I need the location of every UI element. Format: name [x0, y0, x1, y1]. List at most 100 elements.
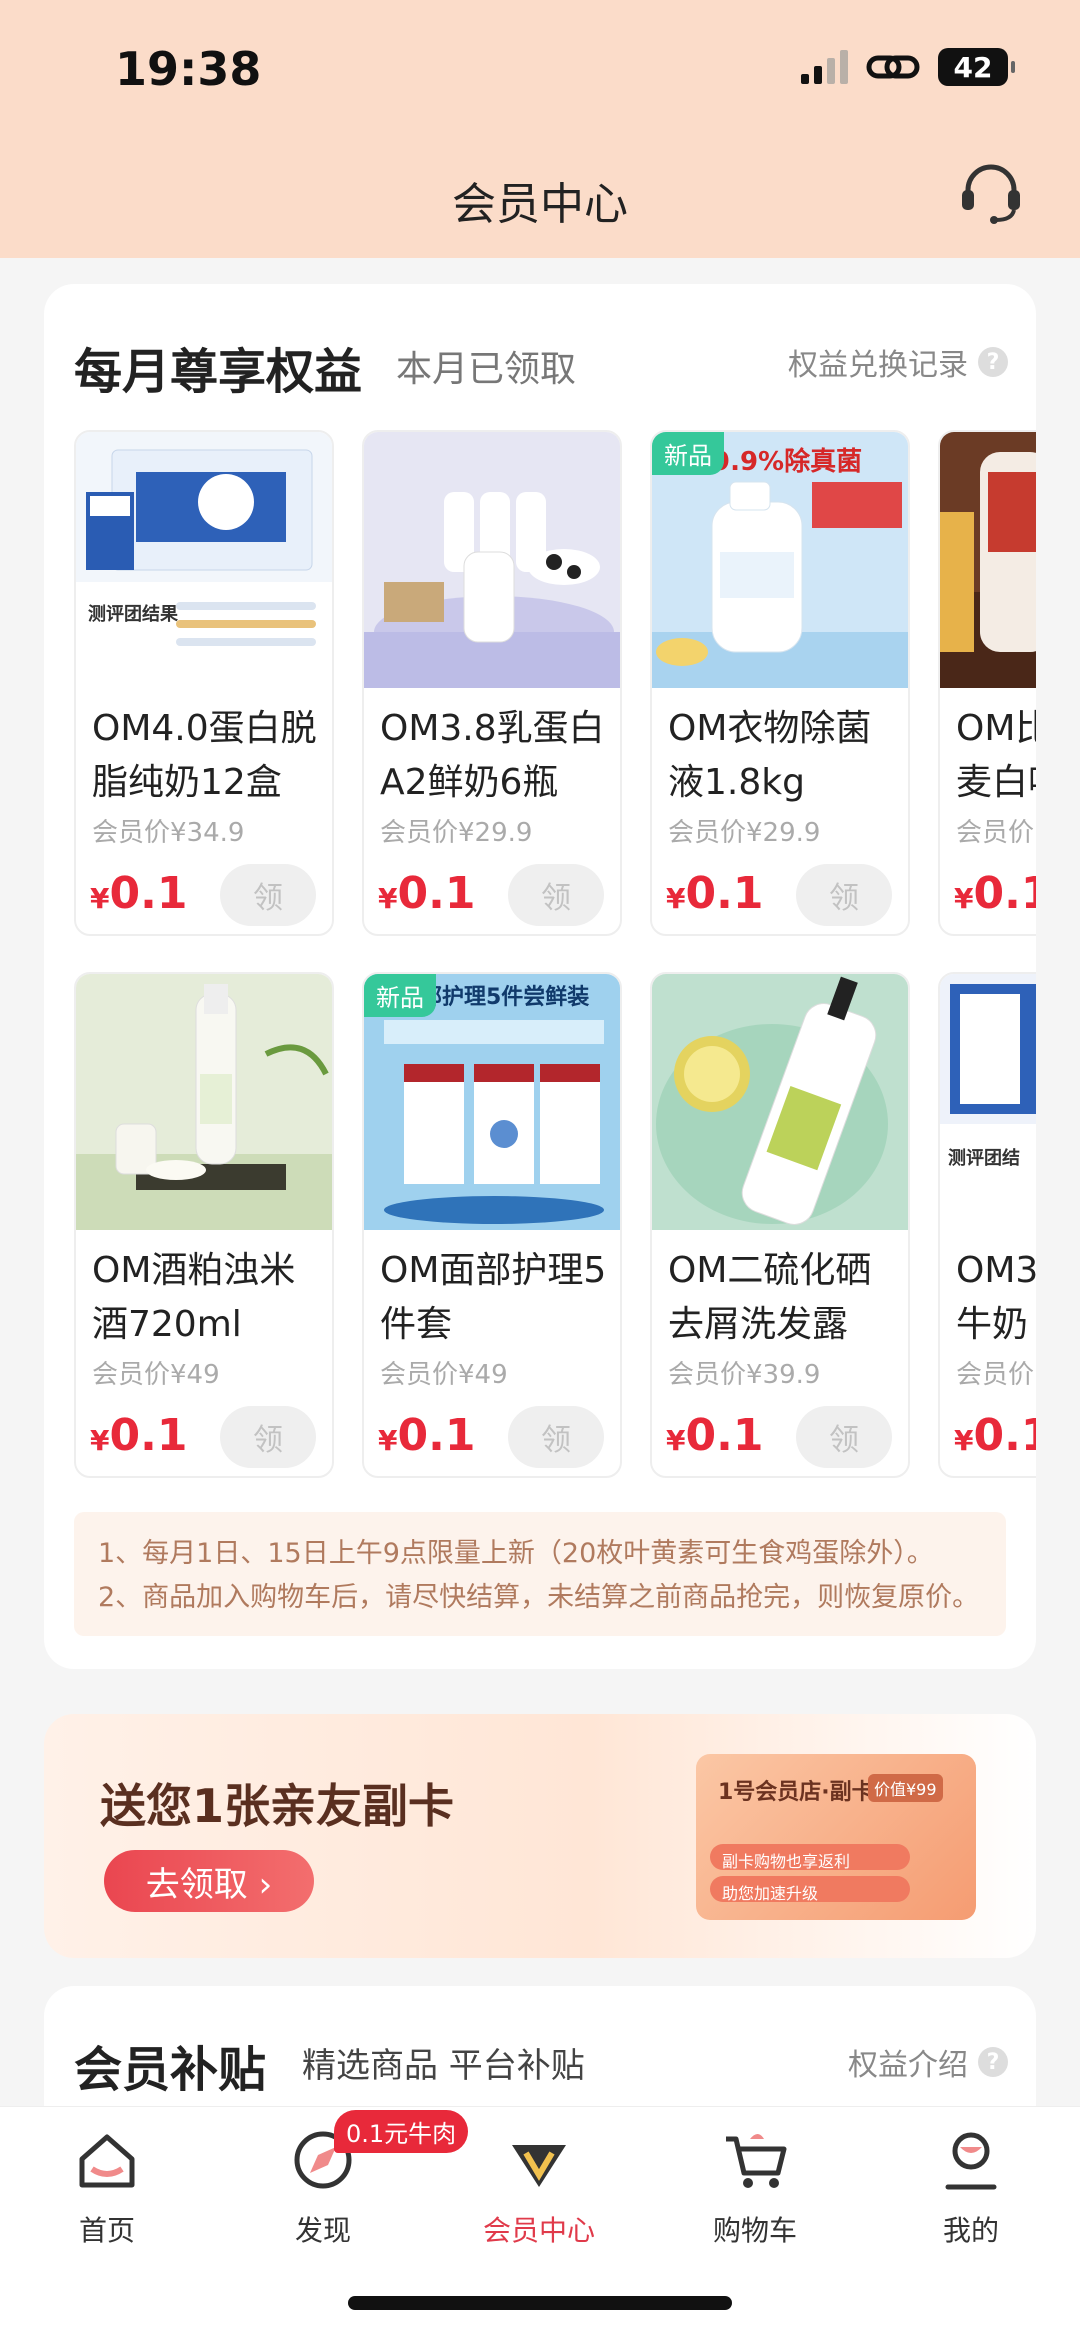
- product-name: OM3.8乳蛋白A2鲜奶6瓶: [380, 708, 605, 803]
- image-caption: 测评团结果: [88, 603, 179, 625]
- family-card-title: 1号会员店·副卡: [718, 1780, 874, 1805]
- product-card[interactable]: 测评团结 OM3.6全脂纯牛奶 会员价 ¥0.1 领: [938, 972, 1036, 1478]
- product-name: OM酒粕浊米酒720ml: [92, 1250, 296, 1345]
- monthly-benefits-card: 每月尊享权益 本月已领取 权益兑换记录 ? 测评团结果 OM4.0蛋白脱脂纯奶1…: [44, 284, 1036, 1669]
- currency-symbol: ¥: [666, 882, 686, 915]
- currency-symbol: ¥: [378, 882, 398, 915]
- deal-price: ¥0.1: [954, 868, 1036, 919]
- tab-cart-label: 购物车: [712, 2214, 797, 2247]
- product-card[interactable]: OM酒粕浊米酒720ml 会员价¥49 ¥0.1 领: [74, 972, 334, 1478]
- tab-discover-label: 发现: [294, 2214, 351, 2247]
- header-bar: 19:38 42 会员中心: [0, 0, 1080, 258]
- link-icon: [866, 55, 920, 79]
- product-image: [76, 974, 332, 1230]
- claim-button[interactable]: 领: [220, 864, 316, 926]
- deal-price: ¥0.1: [90, 868, 187, 919]
- tab-mine[interactable]: 我的: [901, 2125, 1041, 2249]
- deal-price: ¥0.1: [90, 1410, 187, 1461]
- exchange-history-link[interactable]: 权益兑换记录 ?: [788, 340, 1008, 384]
- member-price: 会员价¥29.9: [668, 818, 821, 848]
- new-badge: 新品: [652, 432, 724, 475]
- signal-icon: [801, 50, 848, 84]
- family-card-banner[interactable]: 送您1张亲友副卡 去领取 › 1号会员店·副卡 价值¥99 副卡购物也享返利 助…: [44, 1714, 1036, 1958]
- status-time: 19:38: [115, 42, 262, 96]
- image-caption: 测评团结: [948, 1147, 1020, 1169]
- image-caption: 9.9%除真菌: [712, 446, 862, 477]
- price-value: 0.1: [397, 1410, 476, 1461]
- deal-price: ¥0.1: [954, 1410, 1036, 1461]
- product-card[interactable]: 9.9%除真菌 新品 OM衣物除菌液1.8kg 会员价¥29.9 ¥0.1 领: [650, 430, 910, 936]
- exchange-history-label: 权益兑换记录: [788, 348, 968, 383]
- help-icon[interactable]: ?: [978, 2047, 1008, 2077]
- cart-icon: [726, 2134, 787, 2188]
- monthly-subtitle: 本月已领取: [396, 349, 577, 390]
- tab-member-center-label: 会员中心: [482, 2214, 595, 2247]
- currency-symbol: ¥: [954, 882, 974, 915]
- product-name: OM比利时小麦白啤: [956, 708, 1036, 803]
- family-card-value: 价值¥99: [868, 1774, 943, 1802]
- customer-service-icon[interactable]: [956, 160, 1026, 226]
- claim-button[interactable]: 领: [220, 1406, 316, 1468]
- product-name: OM4.0蛋白脱脂纯奶12盒: [92, 708, 317, 803]
- currency-symbol: ¥: [378, 1424, 398, 1457]
- product-name: OM面部护理5件套: [380, 1250, 607, 1345]
- subsidy-subtitle: 精选商品 平台补贴: [302, 2046, 585, 2086]
- claim-button[interactable]: 领: [796, 1406, 892, 1468]
- product-name: OM衣物除菌液1.8kg: [668, 708, 872, 803]
- product-card[interactable]: OM比利时小麦白啤 会员价 ¥0.1 领: [938, 430, 1036, 936]
- product-card[interactable]: 面部护理5件尝鲜装 新品 OM面部护理5件套 会员价¥49 ¥0.1 领: [362, 972, 622, 1478]
- discover-promo-badge[interactable]: 0.1元牛肉: [334, 2110, 469, 2153]
- tab-cart[interactable]: 购物车: [685, 2125, 825, 2249]
- deal-price: ¥0.1: [666, 1410, 763, 1461]
- rules-notice: 1、每月1日、15日上午9点限量上新（20枚叶黄素可生食鸡蛋除外）。 2、商品加…: [74, 1512, 1006, 1636]
- product-image: [940, 432, 1036, 688]
- family-card-graphic: 1号会员店·副卡 价值¥99 副卡购物也享返利 助您加速升级: [696, 1754, 976, 1920]
- claim-button[interactable]: 领: [796, 864, 892, 926]
- price-value: 0.1: [973, 1410, 1036, 1461]
- currency-symbol: ¥: [90, 1424, 110, 1457]
- help-icon[interactable]: ?: [978, 347, 1008, 377]
- product-name: OM二硫化硒去屑洗发露: [668, 1250, 872, 1345]
- claim-family-card-button[interactable]: 去领取 ›: [104, 1850, 314, 1912]
- price-value: 0.1: [685, 868, 764, 919]
- monthly-title: 每月尊享权益: [74, 344, 363, 400]
- member-price: 会员价¥49: [92, 1360, 220, 1390]
- tab-member-center[interactable]: 会员中心: [469, 2125, 609, 2249]
- member-price: 会员价¥29.9: [380, 818, 533, 848]
- product-image: 测评团结: [940, 974, 1036, 1230]
- home-indicator[interactable]: [348, 2296, 732, 2310]
- currency-symbol: ¥: [666, 1424, 686, 1457]
- product-name: OM3.6全脂纯牛奶: [956, 1250, 1036, 1345]
- tab-home[interactable]: 首页: [37, 2125, 177, 2249]
- member-price: 会员价¥39.9: [668, 1360, 821, 1390]
- product-row-2: OM酒粕浊米酒720ml 会员价¥49 ¥0.1 领 面部护理5件尝鲜装 新品 …: [74, 972, 1036, 1478]
- banner-title: 送您1张亲友副卡: [100, 1779, 455, 1833]
- price-value: 0.1: [397, 868, 476, 919]
- benefit-intro-label: 权益介绍: [848, 2048, 968, 2083]
- subsidy-title: 会员补贴: [74, 2042, 267, 2098]
- vip-icon: [512, 2145, 566, 2187]
- deal-price: ¥0.1: [378, 868, 475, 919]
- status-icons: 42: [801, 48, 1015, 86]
- tab-mine-label: 我的: [942, 2214, 999, 2247]
- deal-price: ¥0.1: [666, 868, 763, 919]
- benefit-intro-link[interactable]: 权益介绍 ?: [848, 2040, 1008, 2084]
- family-card-benefit-1: 副卡购物也享返利: [710, 1844, 910, 1871]
- claim-button[interactable]: 领: [508, 864, 604, 926]
- home-icon: [79, 2134, 135, 2188]
- deal-price: ¥0.1: [378, 1410, 475, 1461]
- price-value: 0.1: [109, 868, 188, 919]
- currency-symbol: ¥: [954, 1424, 974, 1457]
- product-card[interactable]: OM3.8乳蛋白A2鲜奶6瓶 会员价¥29.9 ¥0.1 领: [362, 430, 622, 936]
- claim-button[interactable]: 领: [508, 1406, 604, 1468]
- page-title: 会员中心: [452, 179, 628, 230]
- price-value: 0.1: [685, 1410, 764, 1461]
- product-card[interactable]: 测评团结果 OM4.0蛋白脱脂纯奶12盒 会员价¥34.9 ¥0.1 领: [74, 430, 334, 936]
- rule-line-2: 2、商品加入购物车后，请尽快结算，未结算之前商品抢完，则恢复原价。: [98, 1582, 980, 1613]
- member-price: 会员价¥49: [380, 1360, 508, 1390]
- new-badge: 新品: [364, 974, 436, 1017]
- product-image: [364, 432, 620, 688]
- product-card[interactable]: OM二硫化硒去屑洗发露 会员价¥39.9 ¥0.1 领: [650, 972, 910, 1478]
- member-price: 会员价: [956, 1360, 1035, 1390]
- product-row-1: 测评团结果 OM4.0蛋白脱脂纯奶12盒 会员价¥34.9 ¥0.1 领 OM3…: [74, 430, 1036, 936]
